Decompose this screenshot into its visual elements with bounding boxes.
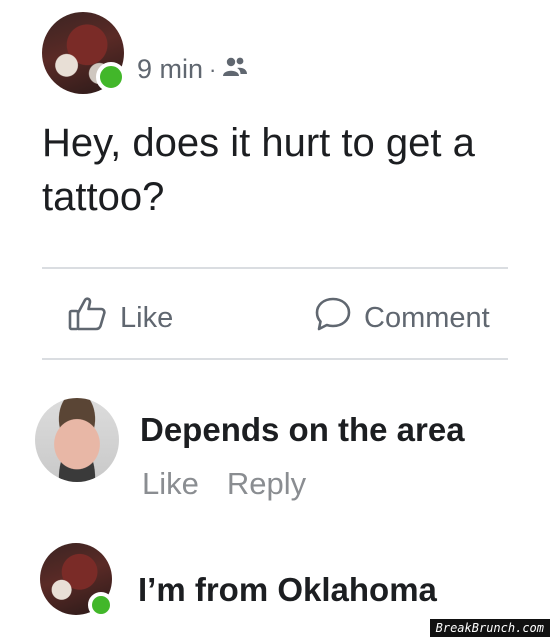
post-text: Hey, does it hurt to get a tattoo? [42, 121, 475, 219]
divider [42, 358, 508, 360]
post-meta: 9 min · [137, 54, 248, 85]
comment-text: I’m from Oklahoma [138, 571, 437, 608]
online-status-indicator [88, 592, 114, 618]
comment-label: Comment [364, 301, 490, 334]
comment-text: Depends on the area [140, 411, 465, 448]
comment-bubble-icon [314, 296, 352, 340]
like-button[interactable]: Like [68, 296, 173, 340]
comment-actions: Like Reply [142, 466, 306, 502]
meta-separator: · [209, 56, 217, 82]
online-status-indicator [96, 62, 126, 92]
like-label: Like [120, 301, 174, 334]
comment-button[interactable]: Comment [314, 296, 490, 340]
commenter-avatar[interactable] [35, 398, 119, 482]
comment-reply-button[interactable]: Reply [227, 466, 306, 502]
post-time[interactable]: 9 min [137, 54, 203, 85]
friends-icon[interactable] [222, 54, 248, 85]
thumbs-up-icon [68, 296, 108, 340]
comment-like-button[interactable]: Like [142, 466, 199, 502]
watermark: BreakBrunch.com [429, 619, 550, 637]
divider [42, 267, 508, 269]
